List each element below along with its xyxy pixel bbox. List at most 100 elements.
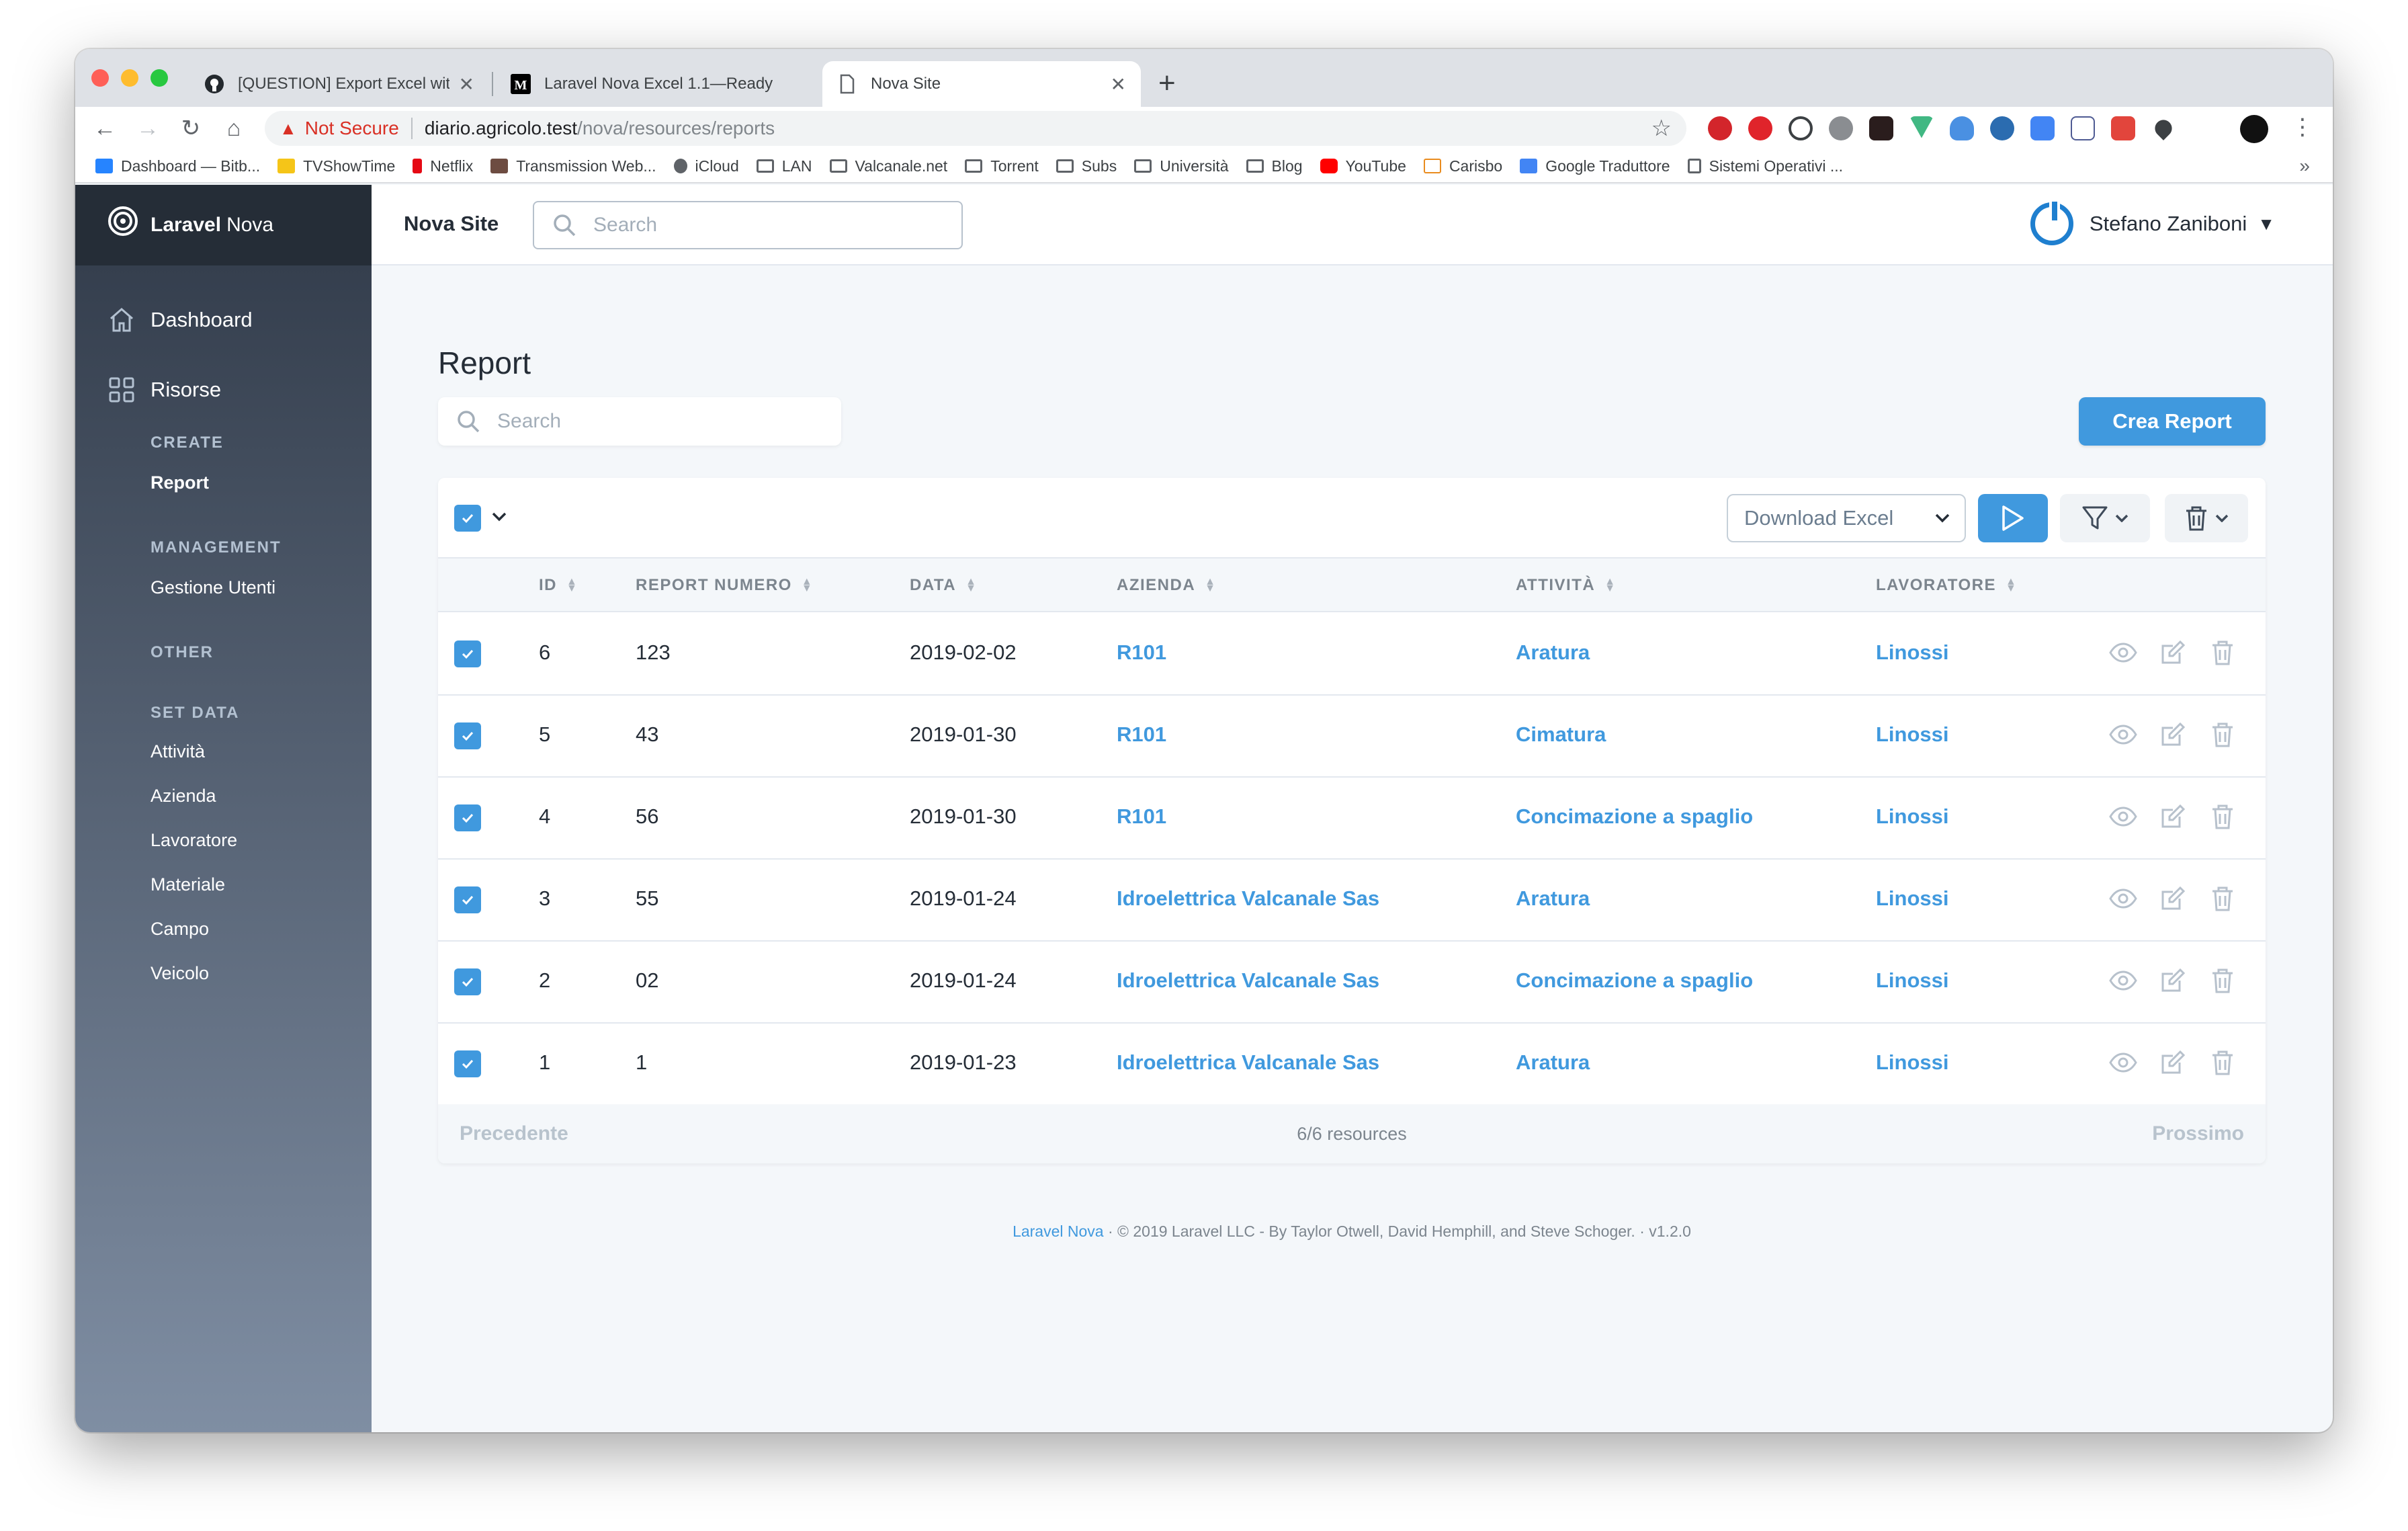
browser-tab-3[interactable]: Nova Site ✕	[822, 61, 1141, 107]
row-checkbox[interactable]	[454, 722, 481, 749]
cell-attivita-link[interactable]: Concimazione a spaglio	[1516, 968, 1753, 993]
trash-icon[interactable]	[2208, 720, 2237, 749]
bookmark-folder[interactable]: Università	[1134, 157, 1229, 175]
sidebar-item-veicolo[interactable]: Veicolo	[150, 963, 209, 984]
sidebar-item-azienda[interactable]: Azienda	[150, 786, 216, 806]
filter-button[interactable]	[2060, 494, 2150, 542]
global-search-input[interactable]: Search	[533, 201, 963, 249]
sidebar-item-campo[interactable]: Campo	[150, 919, 209, 940]
row-checkbox[interactable]	[454, 804, 481, 831]
reload-icon[interactable]: ↻	[169, 115, 212, 142]
close-tab-icon[interactable]: ✕	[1111, 73, 1126, 95]
trash-icon[interactable]	[2208, 638, 2237, 667]
create-report-button[interactable]: Crea Report	[2079, 397, 2266, 446]
php-icon[interactable]	[2071, 116, 2095, 140]
bookmark-folder[interactable]: Blog	[1246, 157, 1303, 175]
onepassword-icon[interactable]	[1789, 116, 1813, 140]
bookmark-item[interactable]: TVShowTime	[277, 157, 395, 175]
cell-attivita-link[interactable]: Aratura	[1516, 886, 1590, 911]
cell-azienda-link[interactable]: R101	[1117, 640, 1166, 665]
cell-attivita-link[interactable]: Aratura	[1516, 1050, 1590, 1075]
run-action-button[interactable]	[1978, 494, 2048, 542]
cell-attivita-link[interactable]: Concimazione a spaglio	[1516, 804, 1753, 829]
adblock-icon[interactable]	[1708, 116, 1732, 140]
sidebar-item-gestione-utenti[interactable]: Gestione Utenti	[150, 577, 275, 598]
column-header-data[interactable]: DATA ▲ ▼	[910, 576, 977, 595]
cell-azienda-link[interactable]: Idroelettrica Valcanale Sas	[1117, 886, 1379, 911]
back-icon[interactable]: ←	[83, 116, 126, 142]
edit-icon[interactable]	[2158, 638, 2188, 667]
cell-azienda-link[interactable]: R101	[1117, 722, 1166, 747]
bookmark-item[interactable]: Google Traduttore	[1520, 157, 1670, 175]
cell-lavoratore-link[interactable]: Linossi	[1876, 640, 1949, 665]
cell-azienda-link[interactable]: Idroelettrica Valcanale Sas	[1117, 1050, 1379, 1075]
row-checkbox[interactable]	[454, 1050, 481, 1077]
extension-icon[interactable]	[1829, 116, 1853, 140]
chevron-down-icon[interactable]	[492, 512, 507, 525]
nova-logo[interactable]: Laravel Nova	[75, 185, 372, 265]
sidebar-item-resources[interactable]: Risorse	[108, 376, 221, 404]
view-icon[interactable]	[2108, 802, 2138, 831]
resource-search-input[interactable]: Search	[438, 397, 841, 446]
bookmark-folder[interactable]: Valcanale.net	[829, 157, 947, 175]
action-select[interactable]: Download Excel	[1727, 494, 1966, 542]
view-icon[interactable]	[2108, 966, 2138, 995]
cell-attivita-link[interactable]: Aratura	[1516, 640, 1590, 665]
address-bar[interactable]: ▲ Not Secure diario.agricolo.test/nova/r…	[265, 111, 1686, 146]
translate-icon[interactable]	[2030, 116, 2055, 140]
sidebar-item-materiale[interactable]: Materiale	[150, 874, 225, 895]
extension-icon[interactable]	[2111, 116, 2135, 140]
security-label[interactable]: Not Secure	[305, 118, 399, 139]
column-header-attivita[interactable]: ATTIVITÀ ▲ ▼	[1516, 576, 1617, 595]
bookmark-item[interactable]: YouTube	[1320, 157, 1406, 175]
extension-icon[interactable]	[1869, 116, 1893, 140]
bookmark-folder[interactable]: Subs	[1056, 157, 1117, 175]
bookmark-folder[interactable]: LAN	[756, 157, 812, 175]
cell-lavoratore-link[interactable]: Linossi	[1876, 968, 1949, 993]
trash-icon[interactable]	[2208, 802, 2237, 831]
view-icon[interactable]	[2108, 638, 2138, 667]
trash-icon[interactable]	[2208, 1048, 2237, 1077]
opera-icon[interactable]	[1748, 116, 1772, 140]
row-checkbox[interactable]	[454, 886, 481, 913]
new-tab-icon[interactable]: +	[1158, 67, 1176, 100]
cell-azienda-link[interactable]: Idroelettrica Valcanale Sas	[1117, 968, 1379, 993]
view-icon[interactable]	[2108, 884, 2138, 913]
zoom-window-button[interactable]	[150, 69, 168, 87]
pin-icon[interactable]	[2151, 116, 2176, 140]
delete-menu-button[interactable]	[2165, 494, 2248, 542]
column-header-id[interactable]: ID ▲ ▼	[539, 576, 578, 595]
edit-icon[interactable]	[2158, 884, 2188, 913]
select-all-control[interactable]	[454, 505, 507, 532]
column-header-report-numero[interactable]: REPORT NUMERO ▲ ▼	[636, 576, 813, 595]
edit-icon[interactable]	[2158, 720, 2188, 749]
column-header-lavoratore[interactable]: LAVORATORE ▲ ▼	[1876, 576, 2017, 595]
home-icon[interactable]: ⌂	[212, 116, 255, 142]
sidebar-item-attivita[interactable]: Attività	[150, 741, 205, 762]
edit-icon[interactable]	[2158, 966, 2188, 995]
close-tab-icon[interactable]: ✕	[459, 73, 474, 95]
next-page-button[interactable]: Prossimo	[2152, 1122, 2244, 1145]
browser-menu-icon[interactable]: ⋮	[2291, 114, 2314, 140]
cell-lavoratore-link[interactable]: Linossi	[1876, 1050, 1949, 1075]
edit-icon[interactable]	[2158, 1048, 2188, 1077]
user-menu[interactable]: Stefano Zaniboni ▼	[2030, 202, 2275, 245]
cell-lavoratore-link[interactable]: Linossi	[1876, 804, 1949, 829]
sidebar-item-dashboard[interactable]: Dashboard	[108, 306, 253, 334]
trash-icon[interactable]	[2208, 966, 2237, 995]
cell-azienda-link[interactable]: R101	[1117, 804, 1166, 829]
bookmark-item[interactable]: Transmission Web...	[490, 157, 656, 175]
site-title[interactable]: Nova Site	[404, 212, 499, 236]
vue-icon[interactable]	[1909, 116, 1934, 138]
trash-icon[interactable]	[2208, 884, 2237, 913]
edit-icon[interactable]	[2158, 802, 2188, 831]
bookmark-item[interactable]: Carisbo	[1423, 157, 1502, 175]
bookmark-star-icon[interactable]: ☆	[1651, 115, 1672, 142]
sidebar-item-report[interactable]: Report	[150, 472, 209, 493]
bookmark-item[interactable]: Sistemi Operativi ...	[1687, 157, 1843, 175]
select-all-checkbox[interactable]	[454, 505, 481, 532]
bookmark-item[interactable]: Netflix	[413, 157, 473, 175]
browser-tab-1[interactable]: [QUESTION] Export Excel with ✕	[189, 61, 489, 107]
forward-icon[interactable]: →	[126, 116, 169, 142]
bookmark-item[interactable]: Dashboard — Bitb...	[95, 157, 260, 175]
